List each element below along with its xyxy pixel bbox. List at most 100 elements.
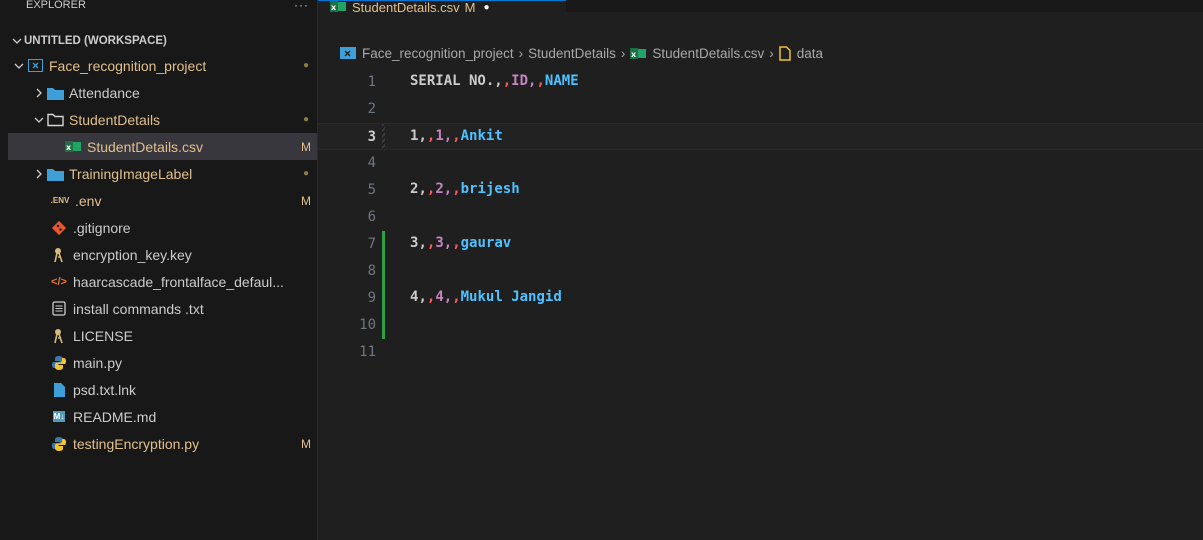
breadcrumb-item[interactable]: data <box>797 46 823 61</box>
line-number: 4 <box>367 155 376 171</box>
tree-file-license[interactable]: LICENSE <box>8 322 317 349</box>
code-line[interactable]: 1 SERIAL NO.,,ID,,NAME <box>318 69 1203 96</box>
tree-file-env[interactable]: .ENV .env M <box>8 187 317 214</box>
code-line-current[interactable]: 3 1,,1,,Ankit <box>318 123 1203 151</box>
chevron-right-icon <box>32 88 46 98</box>
tree-file-readme[interactable]: M↓ README.md <box>8 403 317 430</box>
csv-comma: , <box>418 235 427 251</box>
modified-badge: M <box>301 139 311 154</box>
tree-item-label: Face_recognition_project <box>49 57 207 74</box>
svg-text:x: x <box>66 143 72 152</box>
modified-badge: M <box>301 193 311 208</box>
csv-cell: ID <box>511 73 529 89</box>
env-file-icon: .ENV <box>50 196 70 205</box>
csv-comma: , <box>418 289 427 305</box>
modified-dot-badge: ● <box>302 168 310 179</box>
tree-item-label: TrainingImageLabel <box>69 165 193 182</box>
code-line[interactable]: 8 <box>318 258 1203 285</box>
line-text: 3,,3,,gaurav <box>410 235 511 251</box>
csv-cell: gaurav <box>460 235 512 251</box>
tree-folder-attendance[interactable]: Attendance <box>8 79 317 106</box>
code-line[interactable]: 5 2,,2,,brijesh <box>318 177 1203 204</box>
tree-file-install-commands[interactable]: install commands .txt <box>8 295 317 322</box>
line-number: 11 <box>359 344 376 360</box>
folder-open-icon <box>46 112 64 128</box>
tree-item-label: .gitignore <box>73 219 131 236</box>
breadcrumb-item[interactable]: StudentDetails <box>528 46 616 61</box>
csv-comma: , <box>443 181 453 197</box>
gutter-modified-marker <box>382 124 385 151</box>
breadcrumb-item[interactable]: Face_recognition_project <box>362 46 514 61</box>
breadcrumb-separator: › <box>620 45 626 61</box>
more-actions-icon[interactable]: ··· <box>294 0 309 12</box>
tree-folder-trainingimagelabel[interactable]: TrainingImageLabel ● <box>8 160 317 187</box>
code-line[interactable]: 6 <box>318 204 1203 231</box>
line-number: 7 <box>367 236 376 252</box>
activity-bar-edge <box>0 0 8 540</box>
workspace-header[interactable]: UNTITLED (WORKSPACE) <box>8 30 317 52</box>
line-text: 1,,1,,Ankit <box>410 128 503 144</box>
breadcrumb-separator: › <box>518 45 524 61</box>
line-number: 6 <box>367 209 376 225</box>
gutter-added-marker <box>382 285 385 312</box>
chevron-down-icon <box>32 115 46 125</box>
line-text: 2,,2,,brijesh <box>410 181 520 197</box>
tree-file-encryption-key[interactable]: encryption_key.key <box>8 241 317 268</box>
breadcrumb-item[interactable]: StudentDetails.csv <box>652 46 764 61</box>
gutter-added-marker <box>382 312 385 339</box>
xml-code-icon: </> <box>51 275 67 288</box>
file-icon <box>50 382 68 398</box>
tree-item-label: StudentDetails.csv <box>87 138 203 155</box>
excel-file-icon: x <box>64 139 82 155</box>
csv-cell: NAME <box>544 73 579 89</box>
code-editor[interactable]: 1 SERIAL NO.,,ID,,NAME 2 3 1,,1,,Ankit 4… <box>318 69 1203 366</box>
tree-file-testingencryption-py[interactable]: testingEncryption.py M <box>8 430 317 457</box>
tree-folder-face-recognition-project[interactable]: Face_recognition_project ● <box>8 52 317 79</box>
vscode-folder-icon <box>340 46 356 60</box>
tree-item-label: LICENSE <box>73 327 133 344</box>
tree-item-label: StudentDetails <box>69 111 161 128</box>
git-icon <box>50 220 68 236</box>
code-line[interactable]: 4 <box>318 150 1203 177</box>
unsaved-dot-icon[interactable]: ● <box>484 2 490 13</box>
tree-folder-studentdetails[interactable]: StudentDetails ● <box>8 106 317 133</box>
vscode-folder-icon <box>26 58 44 74</box>
text-file-icon <box>50 301 68 317</box>
tree-file-psd-lnk[interactable]: psd.txt.lnk <box>8 376 317 403</box>
code-line[interactable]: 9 4,,4,,Mukul Jangid <box>318 285 1203 312</box>
line-number: 2 <box>367 101 376 117</box>
line-text: SERIAL NO.,,ID,,NAME <box>410 73 579 89</box>
chevron-right-icon <box>32 169 46 179</box>
csv-cell: brijesh <box>460 181 520 197</box>
code-line[interactable]: 7 3,,3,,gaurav <box>318 231 1203 258</box>
tree-item-label: install commands .txt <box>73 300 204 317</box>
tree-file-haarcascade-xml[interactable]: </> haarcascade_frontalface_defaul... <box>8 268 317 295</box>
svg-text:x: x <box>331 3 337 12</box>
csv-cell: 2 <box>435 181 444 197</box>
python-icon <box>50 355 68 371</box>
line-number: 10 <box>359 317 376 333</box>
tab-studentdetails-csv[interactable]: x StudentDetails.csv M ● <box>318 0 566 13</box>
csv-comma: , <box>502 73 512 89</box>
line-number: 5 <box>367 182 376 198</box>
gutter-added-marker <box>382 231 385 258</box>
code-line[interactable]: 2 <box>318 96 1203 123</box>
file-outline-icon <box>778 45 791 61</box>
python-icon <box>50 436 68 452</box>
tree-file-main-py[interactable]: main.py <box>8 349 317 376</box>
chevron-down-icon <box>12 61 26 71</box>
csv-cell: Ankit <box>460 128 503 144</box>
csv-comma: , <box>452 181 461 197</box>
code-line[interactable]: 11 <box>318 339 1203 366</box>
modified-dot-badge: ● <box>302 114 310 125</box>
tree-file-gitignore[interactable]: .gitignore <box>8 214 317 241</box>
line-number: 8 <box>367 263 376 279</box>
csv-cell: 1 <box>435 128 444 144</box>
line-text: 4,,4,,Mukul Jangid <box>410 289 562 305</box>
tree-item-label: main.py <box>73 354 123 371</box>
modified-badge: M <box>301 436 311 451</box>
tree-file-studentdetails-csv[interactable]: x StudentDetails.csv M <box>8 133 317 160</box>
tree-item-label: haarcascade_frontalface_defaul... <box>73 273 284 290</box>
code-line[interactable]: 10 <box>318 312 1203 339</box>
modified-badge: M <box>464 0 476 13</box>
